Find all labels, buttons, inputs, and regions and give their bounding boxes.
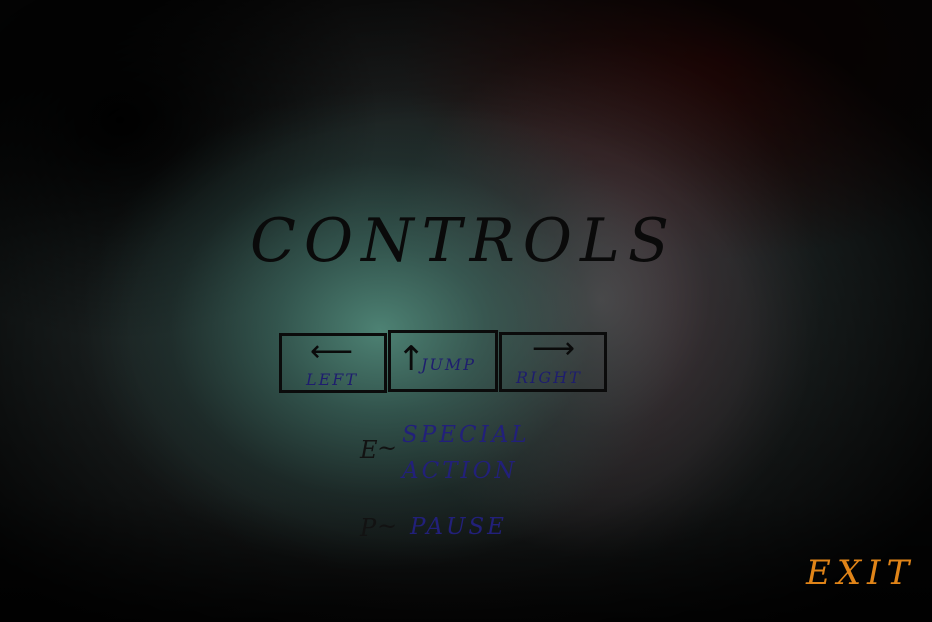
jump-key: ↑ JUMP bbox=[388, 330, 498, 392]
special-action-key: E bbox=[360, 436, 378, 464]
right-key-label: RIGHT bbox=[516, 368, 582, 387]
special-action-label-line1: SPECIAL bbox=[402, 422, 530, 448]
jump-key-label: JUMP bbox=[421, 355, 477, 374]
controls-screen: CONTROLS ⟵ LEFT ↑ JUMP ⟶ RIGHT E ~ SPECI… bbox=[0, 0, 932, 622]
right-key: ⟶ RIGHT bbox=[499, 331, 607, 392]
exit-button[interactable]: EXIT bbox=[806, 553, 915, 593]
pause-control: P ~ PAUSE bbox=[360, 512, 540, 548]
left-key: ⟵ LEFT bbox=[279, 333, 387, 393]
movement-keys: ⟵ LEFT ↑ JUMP ⟶ RIGHT bbox=[277, 330, 607, 394]
pause-key: P bbox=[360, 514, 377, 542]
special-action-separator: ~ bbox=[377, 434, 398, 462]
left-key-label: LEFT bbox=[306, 370, 359, 389]
page-title: CONTROLS bbox=[250, 206, 677, 276]
special-action-control: E ~ SPECIAL ACTION bbox=[360, 420, 540, 490]
pause-label: PAUSE bbox=[410, 514, 507, 540]
right-arrow-icon: ⟶ bbox=[532, 331, 576, 366]
special-action-label-line2: ACTION bbox=[402, 458, 518, 484]
pause-separator: ~ bbox=[377, 512, 398, 540]
left-arrow-icon: ⟵ bbox=[310, 334, 354, 369]
